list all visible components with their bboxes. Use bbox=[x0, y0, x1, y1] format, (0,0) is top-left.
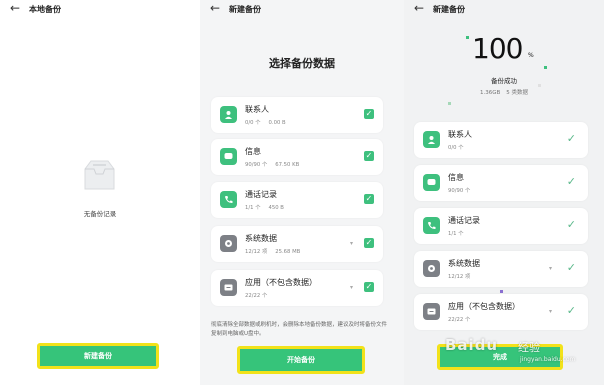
item-title: 系统数据 bbox=[245, 234, 277, 243]
confetti-piece bbox=[466, 36, 469, 39]
back-arrow-icon[interactable]: ← bbox=[10, 1, 20, 15]
item-title: 通话记录 bbox=[245, 190, 277, 199]
back-arrow-icon[interactable]: ← bbox=[414, 1, 424, 15]
result-item-system[interactable]: 系统数据 12/12 项 ▾ ✓ bbox=[414, 251, 588, 287]
phone-icon bbox=[220, 191, 237, 208]
page-title: 本地备份 bbox=[29, 5, 61, 14]
item-title: 应用（不包含数据） bbox=[448, 302, 520, 311]
chevron-down-icon[interactable]: ▾ bbox=[549, 265, 552, 272]
start-backup-button[interactable]: 开始备份 bbox=[237, 346, 365, 374]
item-checkbox[interactable]: ✓ bbox=[364, 109, 374, 119]
baidu-watermark-url: jingyan.baidu.com bbox=[520, 356, 576, 363]
progress-percent: 100 bbox=[472, 32, 523, 65]
backup-complete-screen: ← 新建备份 100 % 备份成功 1.36GB 5 类数据 联系人 0/0 个 … bbox=[404, 0, 604, 385]
empty-inbox-icon bbox=[79, 155, 120, 195]
confetti-piece bbox=[500, 290, 503, 293]
item-title: 系统数据 bbox=[448, 259, 480, 268]
top-bar: ← 新建备份 bbox=[404, 0, 604, 20]
done-check-icon: ✓ bbox=[566, 261, 576, 274]
percent-sign: % bbox=[528, 52, 534, 59]
baidu-watermark-suffix: 经验 bbox=[518, 341, 540, 354]
chevron-down-icon[interactable]: ▾ bbox=[549, 308, 552, 315]
item-title: 联系人 bbox=[245, 105, 269, 114]
new-backup-button[interactable]: 新建备份 bbox=[37, 343, 159, 369]
message-icon bbox=[423, 174, 440, 191]
backup-item-contacts[interactable]: 联系人 0/0 个 0.00 B ✓ bbox=[211, 97, 383, 133]
done-check-icon: ✓ bbox=[566, 304, 576, 317]
item-checkbox[interactable]: ✓ bbox=[364, 194, 374, 204]
backup-summary: 1.36GB 5 类数据 bbox=[479, 90, 529, 96]
confetti-piece bbox=[544, 66, 547, 69]
backup-item-system[interactable]: 系统数据 12/12 项 25.68 MB ▾ ✓ bbox=[211, 226, 383, 262]
phone-icon bbox=[423, 217, 440, 234]
back-arrow-icon[interactable]: ← bbox=[210, 1, 220, 15]
top-bar: ← 新建备份 bbox=[200, 0, 404, 20]
page-title: 新建备份 bbox=[229, 5, 261, 14]
item-title: 信息 bbox=[448, 173, 464, 182]
baidu-watermark: Baidu bbox=[445, 336, 499, 354]
item-checkbox[interactable]: ✓ bbox=[364, 151, 374, 161]
item-title: 应用（不包含数据） bbox=[245, 278, 317, 287]
result-item-apps[interactable]: 应用（不包含数据） 22/22 个 ▾ ✓ bbox=[414, 294, 588, 330]
app-icon bbox=[423, 303, 440, 320]
local-backup-screen: ← 本地备份 无备份记录 新建备份 bbox=[0, 0, 200, 385]
page-title: 新建备份 bbox=[433, 5, 465, 14]
result-item-messages[interactable]: 信息 90/90 个 ✓ bbox=[414, 165, 588, 201]
empty-state-text: 无备份记录 bbox=[83, 210, 117, 218]
gear-icon bbox=[423, 260, 440, 277]
contact-icon bbox=[220, 106, 237, 123]
item-meta: 0/0 个 bbox=[448, 145, 464, 151]
item-meta: 90/90 个 67.50 KB bbox=[245, 162, 300, 168]
item-meta: 22/22 个 bbox=[448, 317, 471, 323]
done-check-icon: ✓ bbox=[566, 132, 576, 145]
select-data-heading: 选择备份数据 bbox=[269, 57, 335, 70]
item-meta: 12/12 项 bbox=[448, 274, 471, 280]
item-title: 通话记录 bbox=[448, 216, 480, 225]
item-meta: 1/1 个 bbox=[448, 231, 464, 237]
backup-warning-note: 彻底清除全部数据或刷机时，会删除本地备份数据，建议及时将备份文件复制到电脑或U盘… bbox=[211, 322, 388, 337]
chevron-down-icon[interactable]: ▾ bbox=[350, 240, 353, 247]
top-bar: ← 本地备份 bbox=[0, 0, 200, 20]
backup-item-messages[interactable]: 信息 90/90 个 67.50 KB ✓ bbox=[211, 139, 383, 175]
backup-item-apps[interactable]: 应用（不包含数据） 22/22 个 ▾ ✓ bbox=[211, 270, 383, 306]
item-meta: 0/0 个 0.00 B bbox=[245, 120, 286, 126]
item-checkbox[interactable]: ✓ bbox=[364, 282, 374, 292]
result-item-contacts[interactable]: 联系人 0/0 个 ✓ bbox=[414, 122, 588, 158]
gear-icon bbox=[220, 235, 237, 252]
item-checkbox[interactable]: ✓ bbox=[364, 238, 374, 248]
done-check-icon: ✓ bbox=[566, 175, 576, 188]
done-check-icon: ✓ bbox=[566, 218, 576, 231]
confetti-piece bbox=[448, 102, 451, 105]
item-meta: 12/12 项 25.68 MB bbox=[245, 249, 301, 255]
item-meta: 22/22 个 bbox=[245, 293, 268, 299]
item-meta: 90/90 个 bbox=[448, 188, 471, 194]
success-text: 备份成功 bbox=[491, 77, 517, 85]
new-backup-select-screen: ← 新建备份 选择备份数据 联系人 0/0 个 0.00 B ✓ 信息 90/90… bbox=[200, 0, 404, 385]
message-icon bbox=[220, 148, 237, 165]
backup-item-calllog[interactable]: 通话记录 1/1 个 450 B ✓ bbox=[211, 182, 383, 218]
app-icon bbox=[220, 279, 237, 296]
contact-icon bbox=[423, 131, 440, 148]
result-item-calllog[interactable]: 通话记录 1/1 个 ✓ bbox=[414, 208, 588, 244]
item-meta: 1/1 个 450 B bbox=[245, 205, 284, 211]
item-title: 联系人 bbox=[448, 130, 472, 139]
chevron-down-icon[interactable]: ▾ bbox=[350, 284, 353, 291]
item-title: 信息 bbox=[245, 147, 261, 156]
